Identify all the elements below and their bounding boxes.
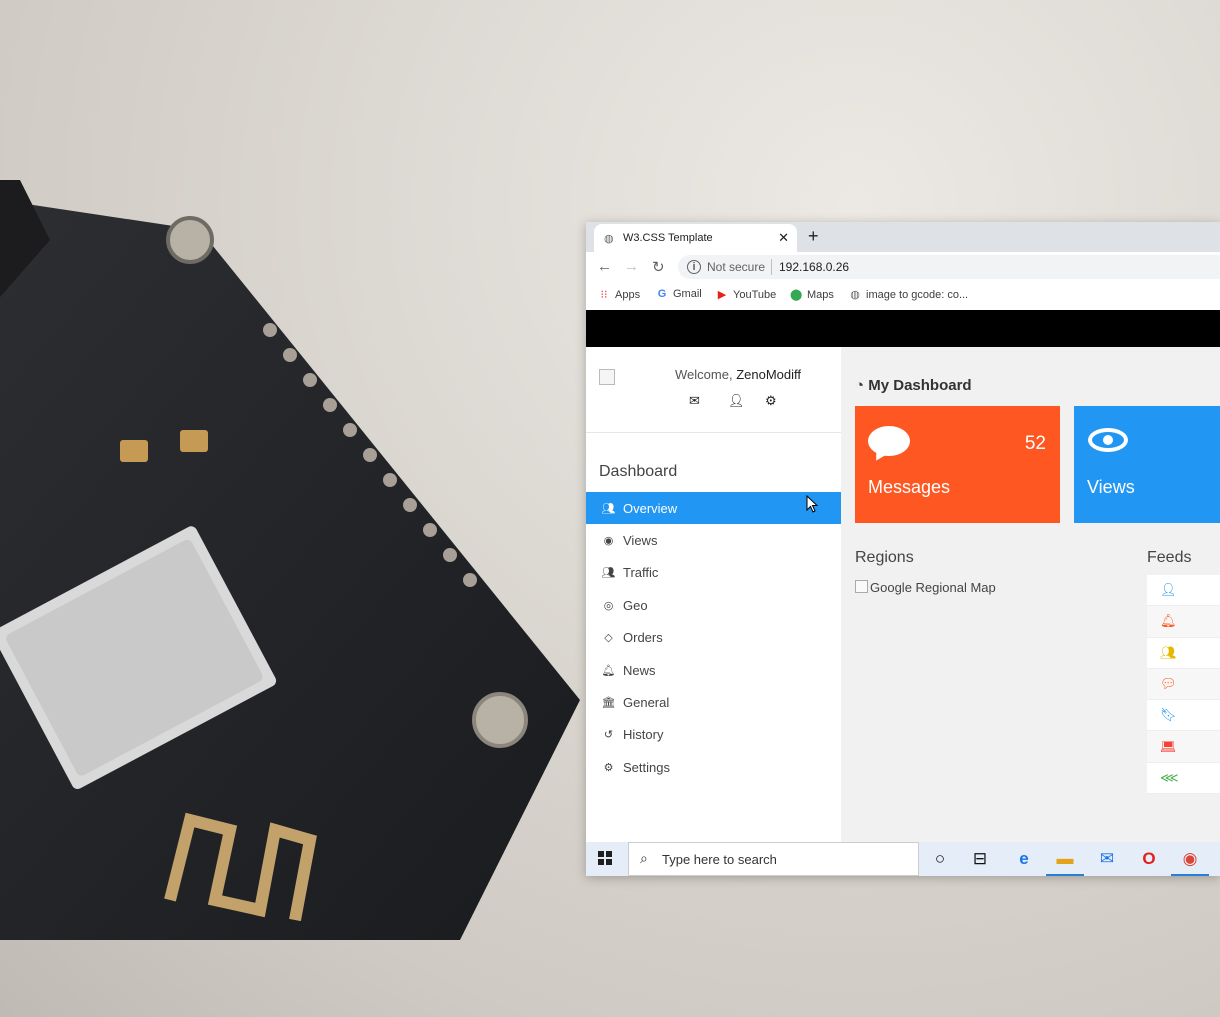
sidebar-item-views[interactable]: ◉ Views xyxy=(586,524,841,556)
back-arrow-icon[interactable]: ← xyxy=(597,258,612,275)
sidebar-menu: 👥︎ Overview ◉ Views 👥︎ Traffic ◎ Geo ◇ Orders… xyxy=(586,492,841,784)
messages-count: 52 xyxy=(1024,433,1046,454)
feeds-heading: Feeds xyxy=(1147,549,1192,566)
share-icon: ⋘ xyxy=(1160,769,1179,785)
mouse-cursor-icon xyxy=(806,495,818,513)
feed-item[interactable]: 🔔︎ xyxy=(1147,606,1220,638)
task-view-icon[interactable]: ⊟ xyxy=(967,848,993,870)
main-content: ◔ My Dashboard 52 Messages Views Regions… xyxy=(841,347,1220,842)
regional-map-image: Google Regional Map xyxy=(855,580,996,595)
username: ZenoModiff xyxy=(736,367,801,382)
sidebar-item-news[interactable]: 🔔︎ News xyxy=(586,654,841,686)
welcome-text: Welcome, ZenoModiff xyxy=(675,367,801,382)
bookmark-apps[interactable]: ⁝⁝ Apps xyxy=(598,288,641,301)
bookmark-icon: 🔖︎ xyxy=(1160,707,1177,723)
reload-icon[interactable]: ↻ xyxy=(652,258,665,276)
broken-image-icon xyxy=(855,580,868,593)
globe-icon: ◍ xyxy=(850,289,860,301)
envelope-icon[interactable]: ✉ xyxy=(689,393,700,409)
views-card[interactable]: Views xyxy=(1074,406,1220,523)
sidebar-item-orders[interactable]: ◇ Orders xyxy=(586,622,841,654)
browser-tab[interactable]: ◍ W3.CSS Template ✕ xyxy=(594,224,797,252)
sidebar-item-traffic[interactable]: 👥︎ Traffic xyxy=(586,557,841,589)
omnibox-separator xyxy=(771,259,772,275)
close-tab-icon[interactable]: ✕ xyxy=(778,230,789,246)
bank-icon: 🏛︎ xyxy=(601,697,616,710)
bookmark-maps[interactable]: ⬤ Maps xyxy=(790,288,834,301)
views-label: Views xyxy=(1087,477,1135,497)
cog-icon: ⚙ xyxy=(603,761,614,774)
feed-item[interactable]: 👥︎ xyxy=(1147,637,1220,669)
feeds-list: 👤︎ 🔔︎ 👥︎ 💬︎ 🔖︎ 💻︎ ⋘ xyxy=(1147,575,1220,795)
apps-grid-icon: ⁝⁝ xyxy=(600,289,608,301)
globe-icon: ◍ xyxy=(604,233,614,245)
youtube-icon: ▶ xyxy=(717,289,727,301)
bullseye-icon: ◎ xyxy=(603,599,614,612)
security-label[interactable]: Not secure xyxy=(707,260,765,274)
user-icon[interactable]: 👤︎ xyxy=(728,393,745,409)
comment-icon xyxy=(868,426,910,456)
regions-heading: Regions xyxy=(855,549,914,566)
comment-icon: 💬︎ xyxy=(1160,676,1177,692)
opera-icon[interactable]: O xyxy=(1136,848,1162,870)
url-text[interactable]: 192.168.0.26 xyxy=(779,260,849,274)
dashboard-heading: Dashboard xyxy=(599,463,678,480)
sidebar-item-general[interactable]: 🏛︎ General xyxy=(586,686,841,718)
search-placeholder: Type here to search xyxy=(662,852,777,867)
users-icon: 👥︎ xyxy=(601,502,616,515)
top-black-bar xyxy=(586,310,1220,347)
sidebar-item-settings[interactable]: ⚙ Settings xyxy=(586,751,841,783)
sidebar: Welcome, ZenoModiff ✉ 👤︎ ⚙ Dashboard 👥︎ O… xyxy=(586,347,841,842)
forward-arrow-icon[interactable]: → xyxy=(624,258,639,275)
search-icon: ⌕ xyxy=(640,850,648,866)
users-icon: 👥︎ xyxy=(1160,644,1177,660)
eye-icon xyxy=(1088,428,1128,452)
tab-strip: ◍ W3.CSS Template ✕ + xyxy=(586,222,1220,252)
edge-icon[interactable]: e xyxy=(1011,848,1037,870)
maps-pin-icon: ⬤ xyxy=(790,289,803,301)
bookmarks-bar: ⁝⁝ Apps G Gmail ▶ YouTube ⬤ Maps ◍ image to g… xyxy=(586,282,1220,311)
bookmark-gmail[interactable]: G Gmail xyxy=(656,288,702,300)
taskbar-search-input[interactable]: ⌕ Type here to search xyxy=(628,842,919,876)
esp8266-board-photo xyxy=(0,180,580,940)
bookmark-youtube[interactable]: ▶ YouTube xyxy=(716,288,776,301)
cog-icon[interactable]: ⚙ xyxy=(765,393,777,409)
bookmark-image-to-gcode[interactable]: ◍ image to gcode: co... xyxy=(849,288,968,301)
dashboard-gauge-icon: ◔ xyxy=(855,377,865,394)
sidebar-item-history[interactable]: ↺ History xyxy=(586,719,841,751)
mail-icon[interactable]: ✉ xyxy=(1094,848,1120,870)
user-icon: 👤︎ xyxy=(1160,582,1177,598)
messages-card[interactable]: 52 Messages xyxy=(855,406,1060,523)
messages-label: Messages xyxy=(868,477,951,497)
feed-item[interactable]: 🔖︎ xyxy=(1147,700,1220,732)
google-icon: G xyxy=(657,288,667,300)
avatar xyxy=(599,369,615,385)
info-icon[interactable]: i xyxy=(687,260,701,274)
diamond-icon: ◇ xyxy=(604,632,613,645)
windows-start-icon[interactable] xyxy=(598,851,612,865)
history-icon: ↺ xyxy=(603,729,614,742)
feed-item[interactable]: 👤︎ xyxy=(1147,575,1220,607)
sidebar-divider xyxy=(586,432,841,433)
laptop-icon: 💻︎ xyxy=(1160,738,1177,754)
address-bar: ← → ↻ i Not secure 192.168.0.26 xyxy=(586,252,1220,282)
cortana-icon[interactable]: ○ xyxy=(927,848,953,870)
users-icon: 👥︎ xyxy=(601,567,616,580)
bell-icon: 🔔︎ xyxy=(1160,613,1177,629)
feed-item[interactable]: ⋘ xyxy=(1147,762,1220,795)
sidebar-item-overview[interactable]: 👥︎ Overview xyxy=(586,492,841,525)
feed-item[interactable]: 💻︎ xyxy=(1147,731,1220,763)
eye-icon: ◉ xyxy=(603,535,614,548)
feed-item[interactable]: 💬︎ xyxy=(1147,668,1220,701)
new-tab-button[interactable]: + xyxy=(808,226,819,247)
bell-icon: 🔔︎ xyxy=(601,664,616,677)
omnibox[interactable]: i Not secure 192.168.0.26 xyxy=(678,255,1220,279)
page-title: ◔ My Dashboard xyxy=(855,377,972,394)
browser-window: ◍ W3.CSS Template ✕ + ← → ↻ i Not secure… xyxy=(586,222,1220,876)
windows-taskbar: ⌕ Type here to search ○ ⊟ e ▬ ✉ O ◉ xyxy=(586,842,1220,876)
tab-title: W3.CSS Template xyxy=(623,232,713,244)
file-explorer-icon[interactable]: ▬ xyxy=(1046,848,1084,876)
sidebar-item-geo[interactable]: ◎ Geo xyxy=(586,589,841,621)
chrome-icon[interactable]: ◉ xyxy=(1171,848,1209,876)
